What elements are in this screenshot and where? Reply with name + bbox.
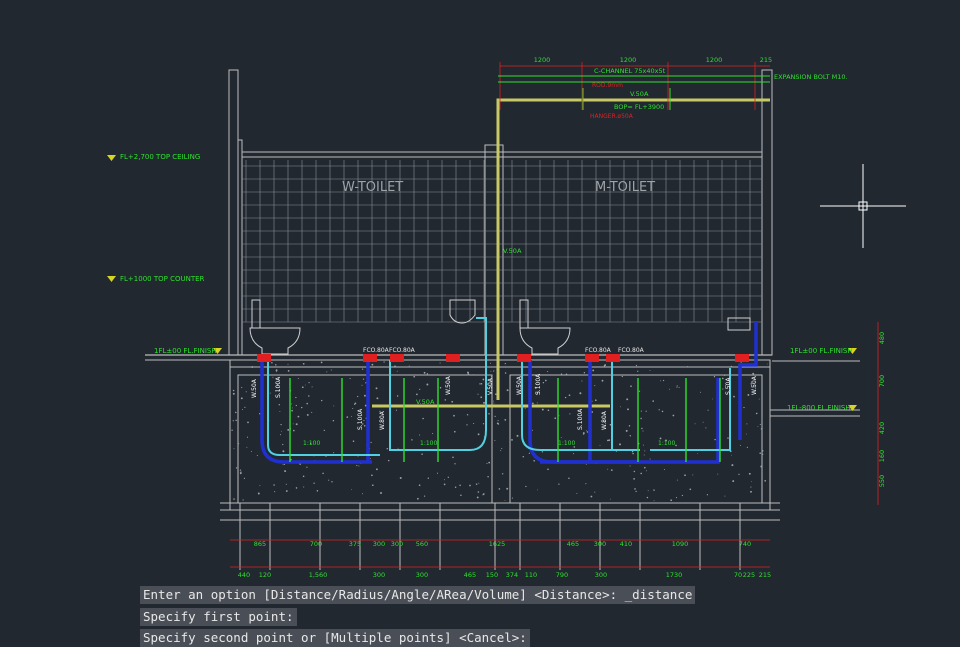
annotation-fco-3: FCO.80A bbox=[585, 347, 612, 354]
dimension-text: 440 bbox=[238, 571, 250, 579]
concrete-hatch bbox=[231, 361, 768, 502]
toilet-fixture-left bbox=[249, 299, 301, 355]
dimension-text: 700 bbox=[878, 375, 886, 387]
pipe-labels: W.50A S.100A S.100A W.80A W.50A V.50A W.50A S.1… bbox=[251, 373, 758, 430]
dimension-text: 1090 bbox=[672, 540, 689, 548]
command-history-line-2: Specify first point: bbox=[140, 608, 297, 626]
dimension-text: 300 bbox=[594, 540, 606, 548]
dimension-text: 215 bbox=[760, 56, 772, 64]
dimension-text: 480 bbox=[878, 332, 886, 344]
pipe-label: S.50A bbox=[725, 377, 732, 395]
dimension-text: 1,560 bbox=[309, 571, 328, 579]
annotation-rod: ROD.9mm bbox=[592, 82, 623, 89]
slope-label: 1:100 bbox=[658, 440, 675, 447]
dimension-text: 465 bbox=[464, 571, 476, 579]
toilet-fixture-right bbox=[519, 299, 571, 355]
dimension-text: 410 bbox=[620, 540, 632, 548]
dimension-text: 300 bbox=[416, 571, 428, 579]
level-fl-finish-right: 1FL±00 FL.FINISH bbox=[790, 347, 853, 355]
dimension-text: 300 bbox=[595, 571, 607, 579]
dimension-text: 110 bbox=[525, 571, 537, 579]
pipe-label: W.80A bbox=[601, 410, 608, 430]
pipe-label: W.80A bbox=[379, 410, 386, 430]
annotation-bop: BOP= FL+3900 bbox=[614, 103, 664, 111]
pipe-label: W.50A bbox=[445, 375, 452, 395]
drain-pipes-blue bbox=[260, 322, 758, 464]
annotation-fco-2: FCO.80A bbox=[389, 347, 416, 354]
dimension-text: 300 bbox=[391, 540, 403, 548]
annotation-vent-riser: V.50A bbox=[503, 247, 522, 255]
pipe-label: S.100A bbox=[357, 408, 364, 430]
dimension-texts: 1200 1200 1200 215 865 700 375 300 300 560 1625 465… bbox=[238, 56, 886, 579]
dimension-text: 1730 bbox=[666, 571, 683, 579]
dimension-text: 1200 bbox=[534, 56, 551, 64]
annotation-c-channel: C-CHANNEL 75x40x5t bbox=[594, 67, 666, 75]
dimension-text: 700 bbox=[310, 540, 322, 548]
dimension-text: 70 bbox=[734, 571, 742, 579]
pipe-label: S.100A bbox=[535, 373, 542, 395]
dimension-text: 375 bbox=[349, 540, 361, 548]
pipe-label: S.100A bbox=[275, 376, 282, 398]
dimension-text: 215 bbox=[759, 571, 771, 579]
slope-label: 1:100 bbox=[558, 440, 575, 447]
dimension-text: 1200 bbox=[706, 56, 723, 64]
dimension-text: 160 bbox=[878, 450, 886, 462]
cad-drawing-canvas[interactable]: W-TOILET M-TOILET FL+2,700 TOP CEILING F… bbox=[0, 0, 960, 635]
pipe-label: V.50A bbox=[487, 377, 494, 395]
annotation-fco-4: FCO.80A bbox=[618, 347, 645, 354]
dimension-text: 1625 bbox=[489, 540, 506, 548]
annotation-vent-horizontal: V.50A bbox=[416, 398, 435, 406]
room-label-w-toilet: W-TOILET bbox=[342, 180, 403, 195]
dimension-text: 150 bbox=[486, 571, 498, 579]
level-top-ceiling: FL+2,700 TOP CEILING bbox=[120, 153, 200, 161]
dimension-text: 300 bbox=[373, 571, 385, 579]
annotation-hanger: HANGER.ø50A bbox=[590, 113, 634, 120]
urinal-fixture bbox=[449, 299, 751, 331]
level-fl-finish-left: 1FL±00 FL.FINISH bbox=[154, 347, 217, 355]
annotation-expansion-bolt: EXPANSION BOLT M10. bbox=[774, 73, 848, 81]
annotation-vent-top: V.50A bbox=[630, 90, 649, 98]
pipe-label: W.50A bbox=[251, 378, 258, 398]
slope-labels: 1:100 1:100 1:100 1:100 bbox=[303, 440, 675, 447]
level-fl-800: 1FL-800 FL.FINISH bbox=[787, 404, 851, 412]
dimension-text: 420 bbox=[878, 422, 886, 434]
slope-label: 1:100 bbox=[303, 440, 320, 447]
annotation-fco-1: FCO.80A bbox=[363, 347, 390, 354]
dimension-text: 465 bbox=[567, 540, 579, 548]
pipe-label: W.50A bbox=[751, 375, 758, 395]
dimension-text: 740 bbox=[739, 540, 751, 548]
crosshair-cursor-icon bbox=[820, 164, 906, 248]
dimension-text: 790 bbox=[556, 571, 568, 579]
room-label-m-toilet: M-TOILET bbox=[595, 180, 655, 195]
dimension-text: 550 bbox=[878, 475, 886, 487]
pipe-label: W.50A bbox=[516, 375, 523, 395]
command-history-line-1: Enter an option [Distance/Radius/Angle/A… bbox=[140, 586, 696, 604]
dimension-text: 1200 bbox=[620, 56, 637, 64]
wall-tile-grid bbox=[242, 160, 762, 323]
slope-label: 1:100 bbox=[420, 440, 437, 447]
pipe-label: S.100A bbox=[577, 408, 584, 430]
command-prompt-line[interactable]: Specify second point or [Multiple points… bbox=[140, 629, 530, 647]
dimension-text: 120 bbox=[259, 571, 271, 579]
dimension-text: 560 bbox=[416, 540, 428, 548]
dimension-text: 374 bbox=[506, 571, 518, 579]
level-top-counter: FL+1000 TOP COUNTER bbox=[120, 275, 205, 283]
dimension-text: 225 bbox=[743, 571, 755, 579]
dimension-text: 865 bbox=[254, 540, 266, 548]
dimension-text: 300 bbox=[373, 540, 385, 548]
